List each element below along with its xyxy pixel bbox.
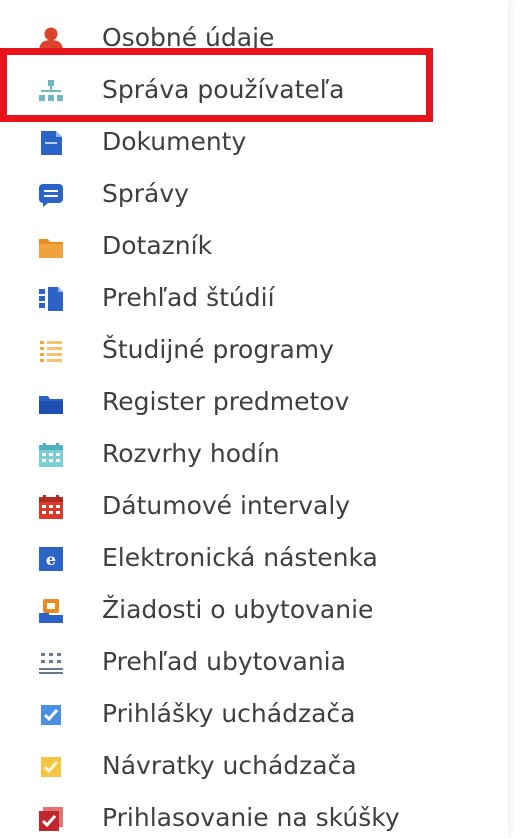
org-chart-icon: [38, 78, 64, 104]
menu-item-label: Študijné programy: [102, 335, 334, 364]
application-check-icon: [38, 702, 64, 728]
menu-item-prihlasovanie-na-skusky[interactable]: Prihlasovanie na skúšky: [0, 792, 508, 838]
study-overview-icon: [38, 286, 64, 312]
menu-item-register-predmetov[interactable]: Register predmetov: [0, 376, 508, 428]
document-icon: [38, 130, 64, 156]
menu-item-studijne-programy[interactable]: Študijné programy: [0, 324, 508, 376]
menu-item-label: Prehľad štúdií: [102, 283, 275, 312]
svg-text:e: e: [46, 550, 56, 569]
left-navigation-panel: Osobné údaje Správa používateľa Dokument…: [0, 0, 508, 838]
menu-item-osobne-udaje[interactable]: Osobné údaje: [0, 12, 508, 64]
menu-item-label: Prihlasovanie na skúšky: [102, 803, 400, 832]
menu-item-label: Návratky uchádzača: [102, 751, 357, 780]
menu-item-label: Správa používateľa: [102, 75, 345, 104]
menu-item-label: Žiadosti o ubytovanie: [102, 595, 374, 624]
menu-item-label: Správy: [102, 179, 189, 208]
accommodation-overview-icon: [38, 650, 64, 676]
message-icon: [38, 182, 64, 208]
list-icon: [38, 338, 64, 364]
menu-item-prihlasky-uchadzaca[interactable]: Prihlášky uchádzača: [0, 688, 508, 740]
menu-item-label: Dokumenty: [102, 127, 247, 156]
date-calendar-icon: [38, 494, 64, 520]
return-form-icon: [38, 754, 64, 780]
menu-item-label: Osobné údaje: [102, 23, 275, 52]
menu-item-label: Rozvrhy hodín: [102, 439, 280, 468]
menu-item-label: Prehľad ubytovania: [102, 647, 346, 676]
menu-item-label: Register predmetov: [102, 387, 350, 416]
menu-item-ziadosti-o-ubytovanie[interactable]: Žiadosti o ubytovanie: [0, 584, 508, 636]
menu-item-dokumenty[interactable]: Dokumenty: [0, 116, 508, 168]
menu-item-rozvrhy-hodin[interactable]: Rozvrhy hodín: [0, 428, 508, 480]
menu-item-sprava-pouzivatela[interactable]: Správa používateľa: [0, 64, 508, 116]
menu-item-datumove-intervaly[interactable]: Dátumové intervaly: [0, 480, 508, 532]
menu-item-elektronicka-nastenka[interactable]: e Elektronická nástenka: [0, 532, 508, 584]
schedule-calendar-icon: [38, 442, 64, 468]
menu-item-label: Elektronická nástenka: [102, 543, 378, 572]
exam-registration-icon: [38, 806, 64, 832]
menu-item-label: Prihlášky uchádzača: [102, 699, 356, 728]
e-board-icon: e: [38, 546, 64, 572]
menu-item-label: Dotazník: [102, 231, 213, 260]
menu-item-label: Dátumové intervaly: [102, 491, 351, 520]
menu-item-spravy[interactable]: Správy: [0, 168, 508, 220]
menu-item-navratky-uchadzaca[interactable]: Návratky uchádzača: [0, 740, 508, 792]
menu-item-prehlad-ubytovania[interactable]: Prehľad ubytovania: [0, 636, 508, 688]
accommodation-request-icon: [38, 598, 64, 624]
folder-icon: [38, 234, 64, 260]
menu-item-prehlad-studii[interactable]: Prehľad štúdií: [0, 272, 508, 324]
menu-item-dotaznik[interactable]: Dotazník: [0, 220, 508, 272]
register-icon: [38, 390, 64, 416]
user-icon: [38, 26, 64, 52]
